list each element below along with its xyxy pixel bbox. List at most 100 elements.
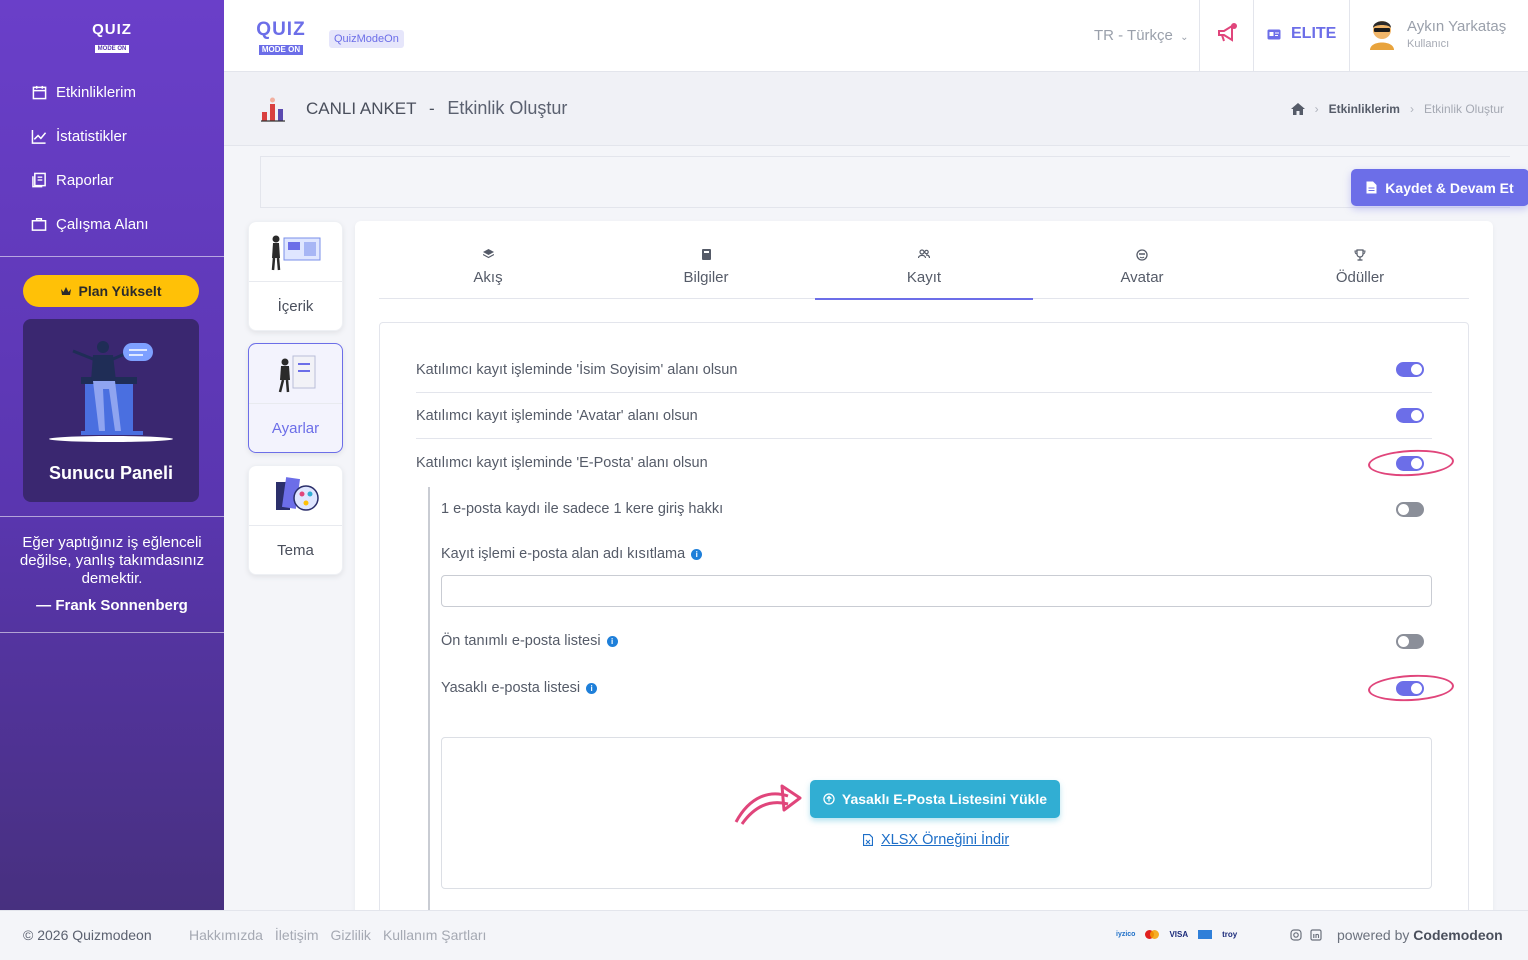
setting-row-email-field: Katılımcı kayıt işleminde 'E-Posta' alan… [416, 440, 1432, 486]
avatar-field-toggle[interactable] [1396, 408, 1424, 423]
sidebar-item-label: İstatistikler [56, 127, 127, 145]
user-menu[interactable]: Aykın Yarkataş Kullanıcı [1407, 18, 1506, 50]
toggle-knob [1411, 410, 1422, 421]
logo-subtext: MODE ON [258, 45, 304, 55]
briefcase-icon [30, 215, 48, 233]
step-content[interactable]: İçerik [248, 221, 343, 331]
footer-link-contact[interactable]: İletişim [275, 927, 319, 943]
footer-link-privacy[interactable]: Gizlilik [330, 927, 370, 943]
calendar-icon [30, 83, 48, 101]
users-icon [815, 249, 1033, 263]
setting-row-domain-restrict: Kayıt işlemi e-posta alan adı kısıtlama i [441, 531, 1432, 577]
user-name: Aykın Yarkataş [1407, 18, 1507, 35]
annotation-arrow-icon [734, 784, 802, 825]
sidebar-item-label: Raporlar [56, 171, 114, 189]
tab-label: Ödüller [1335, 269, 1385, 286]
save-continue-button[interactable]: Kaydet & Devam Et [1351, 169, 1528, 206]
instagram-icon[interactable] [1290, 929, 1302, 941]
presenter-panel-card[interactable]: Sunucu Paneli [23, 319, 199, 502]
sidebar-quote: Eğer yaptığınız iş eğlenceli değilse, ya… [19, 534, 205, 587]
logo-subtext: MODE ON [94, 45, 130, 53]
presenter-illustration [49, 341, 173, 442]
sidebar-divider [0, 256, 224, 257]
footer-link-terms[interactable]: Kullanım Şartları [383, 927, 486, 943]
poll-chart-icon [260, 96, 286, 122]
troy-logo: troy [1222, 930, 1238, 939]
activity-type: CANLI ANKET [306, 99, 417, 118]
upload-banned-list-button[interactable]: Yasaklı E-Posta Listesini Yükle [810, 780, 1060, 818]
tab-akis[interactable]: Akış [379, 243, 597, 298]
title-separator: - [428, 99, 435, 118]
linkedin-icon[interactable] [1310, 929, 1322, 941]
upload-area: Yasaklı E-Posta Listesini Yükle XLSX Örn… [441, 737, 1432, 889]
setting-label-group: Kayıt işlemi e-posta alan adı kısıtlama i [441, 546, 703, 562]
setting-row-avatar-field: Katılımcı kayıt işleminde 'Avatar' alanı… [416, 393, 1432, 439]
topbar-divider [1199, 0, 1200, 72]
plan-indicator[interactable]: ELITE [1267, 25, 1336, 43]
megaphone-icon[interactable] [1216, 22, 1240, 46]
page-subtitle: Etkinlik Oluştur [447, 98, 568, 118]
powered-by[interactable]: powered by Codemodeon [1337, 927, 1503, 943]
single-login-toggle[interactable] [1396, 501, 1424, 517]
sidebar-item-calisma-alani[interactable]: Çalışma Alanı [0, 202, 224, 246]
setting-label-group: Ön tanımlı e-posta listesi i [441, 633, 618, 649]
settings-illustration [249, 344, 342, 404]
sidebar-item-label: Etkinliklerim [56, 83, 137, 101]
sidebar-divider [0, 516, 224, 517]
brand-logo[interactable]: QUIZ MODE ON [256, 20, 306, 57]
topbar-divider [1349, 0, 1350, 72]
sidebar-logo[interactable]: QUIZ MODE ON [92, 22, 132, 55]
plan-label: ELITE [1291, 25, 1337, 42]
breadcrumb-current: Etkinlik Oluştur [1423, 102, 1504, 116]
setting-row-name-field: Katılımcı kayıt işleminde 'İsim Soyisim'… [416, 347, 1432, 393]
step-label: Ayarlar [271, 420, 320, 437]
tab-label: Akış [473, 269, 503, 286]
file-icon [863, 834, 873, 846]
upload-icon [823, 793, 835, 805]
setting-label: Katılımcı kayıt işleminde 'Avatar' alanı… [416, 407, 698, 424]
step-theme[interactable]: Tema [248, 465, 343, 575]
download-sample-link[interactable]: XLSX Örneğini İndir [863, 832, 1009, 848]
info-icon[interactable]: i [606, 635, 618, 647]
language-selector[interactable]: TR - Türkçe ⌄ [1094, 27, 1188, 44]
tab-kayit[interactable]: Kayıt [815, 243, 1033, 300]
upgrade-plan-button[interactable]: Plan Yükselt [23, 275, 199, 307]
toggle-knob [1398, 503, 1409, 515]
breadcrumb-item[interactable]: Etkinliklerim [1329, 102, 1400, 116]
tab-avatar[interactable]: Avatar [1033, 243, 1251, 298]
download-sample-label: XLSX Örneğini İndir [881, 832, 1010, 848]
setting-label: Ön tanımlı e-posta listesi [441, 633, 601, 649]
tab-bilgiler[interactable]: Bilgiler [597, 243, 815, 298]
avatar[interactable] [1367, 16, 1397, 50]
setting-row-predefined-list: Ön tanımlı e-posta listesi i [441, 618, 1432, 664]
book-icon [597, 249, 815, 263]
info-icon[interactable]: i [691, 548, 703, 560]
email-domain-input[interactable] [441, 575, 1432, 607]
tab-label: Avatar [1120, 269, 1164, 286]
sidebar-item-etkinliklerim[interactable]: Etkinliklerim [0, 70, 224, 114]
home-icon[interactable] [1290, 103, 1305, 115]
registration-settings-form: Katılımcı kayıt işleminde 'İsim Soyisim'… [379, 322, 1469, 947]
setting-label: Katılımcı kayıt işleminde 'İsim Soyisim'… [416, 361, 738, 378]
footer-links: Hakkımızda İletişim Gizlilik Kullanım Şa… [189, 927, 486, 943]
tab-oduller[interactable]: Ödüller [1251, 243, 1469, 298]
sidebar-item-raporlar[interactable]: Raporlar [0, 158, 224, 202]
sidebar-divider [0, 632, 224, 633]
mastercard-logo [1145, 930, 1160, 939]
sidebar-item-istatistikler[interactable]: İstatistikler [0, 114, 224, 158]
logo-text: QUIZ [92, 21, 132, 38]
powered-prefix: powered by [1337, 927, 1410, 943]
tab-label: Bilgiler [683, 269, 729, 286]
name-field-toggle[interactable] [1396, 362, 1424, 377]
topbar-divider [1253, 0, 1254, 72]
predefined-list-toggle[interactable] [1396, 633, 1424, 649]
step-label: Tema [277, 542, 314, 559]
footer-link-about[interactable]: Hakkımızda [189, 927, 263, 943]
chevron-down-icon: ⌄ [1180, 32, 1189, 43]
face-icon [1033, 249, 1251, 263]
chevron-right-icon: › [1409, 102, 1414, 116]
tab-label: Kayıt [906, 269, 942, 286]
step-settings[interactable]: Ayarlar [248, 343, 343, 453]
info-icon[interactable]: i [586, 682, 598, 694]
language-label: TR - Türkçe [1094, 27, 1173, 44]
